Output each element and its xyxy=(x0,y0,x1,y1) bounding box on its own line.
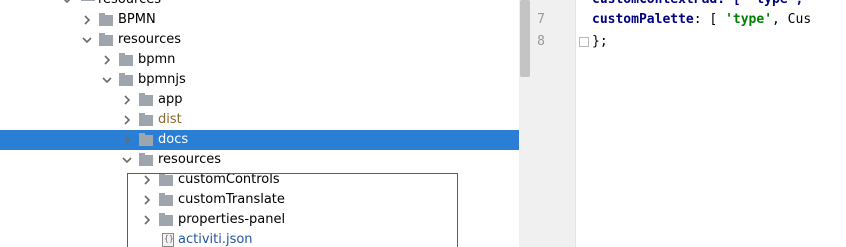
project-tree: resources BPMN resources bpmn bpmnjs app dist d… xyxy=(0,0,531,247)
chevron-right-icon[interactable] xyxy=(82,14,92,26)
chevron-right-icon[interactable] xyxy=(122,114,132,126)
folder-icon xyxy=(159,193,173,206)
tree-row[interactable]: dist xyxy=(0,110,531,130)
code-token: customPalette xyxy=(592,12,694,27)
tree-item-label: resources xyxy=(98,0,161,8)
code-editor[interactable]: 78 customContextPad: [ 'type', customPal… xyxy=(531,0,846,247)
folder-icon xyxy=(99,13,113,26)
tree-row[interactable]: properties-panel xyxy=(0,210,531,230)
code-line: }; xyxy=(592,33,608,51)
code-line: customContextPad: [ 'type', xyxy=(592,0,811,9)
tree-item-label: customTranslate xyxy=(178,192,285,207)
tree-row[interactable]: docs xyxy=(0,130,531,150)
folder-icon xyxy=(119,73,133,86)
line-number: 7 xyxy=(537,12,545,27)
tree-row[interactable]: bpmn xyxy=(0,50,531,70)
chevron-down-icon[interactable] xyxy=(62,0,72,6)
tree-item-label: docs xyxy=(158,132,189,147)
tree-row[interactable]: app xyxy=(0,90,531,110)
chevron-right-icon[interactable] xyxy=(142,174,152,186)
tree-row[interactable]: resources xyxy=(0,150,531,170)
tree-item-label: bpmn xyxy=(138,52,176,67)
line-number: 8 xyxy=(537,34,545,49)
folder-icon xyxy=(159,213,173,226)
tree-item-label: resources xyxy=(118,32,182,47)
folder-icon xyxy=(159,173,173,186)
chevron-right-icon[interactable] xyxy=(142,214,152,226)
code-token: 'type' xyxy=(725,12,773,27)
json-file-icon xyxy=(162,233,174,247)
code-token: , Cus xyxy=(772,12,812,27)
code-line: customPalette: [ 'type', Cus xyxy=(592,11,811,29)
tree-item-label: BPMN xyxy=(118,12,156,27)
chevron-right-icon[interactable] xyxy=(142,194,152,206)
chevron-down-icon[interactable] xyxy=(122,154,132,166)
tree-row[interactable]: bpmnjs xyxy=(0,70,531,90)
tree-item-label: dist xyxy=(158,112,182,127)
tree-item-label: resources xyxy=(158,152,222,167)
tree-row[interactable]: resources xyxy=(0,30,531,50)
tree-row[interactable]: customTranslate xyxy=(0,190,531,210)
tree-row[interactable]: BPMN xyxy=(0,10,531,30)
chevron-down-icon[interactable] xyxy=(82,34,92,46)
tree-item-label: properties-panel xyxy=(178,212,286,227)
tree-item-label: app xyxy=(158,92,183,107)
tree-item-label: activiti.json xyxy=(178,232,253,247)
chevron-right-icon[interactable] xyxy=(122,134,132,146)
code-token: customContextPad: [ 'type', xyxy=(592,0,811,7)
tree-row[interactable]: resources xyxy=(0,0,531,10)
tree-scrollbar-thumb[interactable] xyxy=(520,0,530,77)
code-token: : [ xyxy=(693,12,726,27)
tree-row[interactable]: customControls xyxy=(0,170,531,190)
folder-icon xyxy=(119,53,133,66)
code-token: }; xyxy=(592,34,608,49)
folder-icon xyxy=(139,113,153,126)
folder-icon xyxy=(139,153,153,166)
module-folder-icon xyxy=(81,0,95,1)
folder-icon xyxy=(139,93,153,106)
folder-icon xyxy=(99,33,113,46)
fold-marker-icon[interactable] xyxy=(579,37,589,47)
folder-icon xyxy=(139,133,153,146)
chevron-right-icon[interactable] xyxy=(102,54,112,66)
tree-item-label: bpmnjs xyxy=(138,72,186,87)
chevron-down-icon[interactable] xyxy=(102,74,112,86)
tree-row[interactable]: activiti.json xyxy=(0,230,531,247)
chevron-right-icon[interactable] xyxy=(122,94,132,106)
tree-item-label: customControls xyxy=(178,172,280,187)
line-number-gutter: 78 xyxy=(531,0,576,247)
